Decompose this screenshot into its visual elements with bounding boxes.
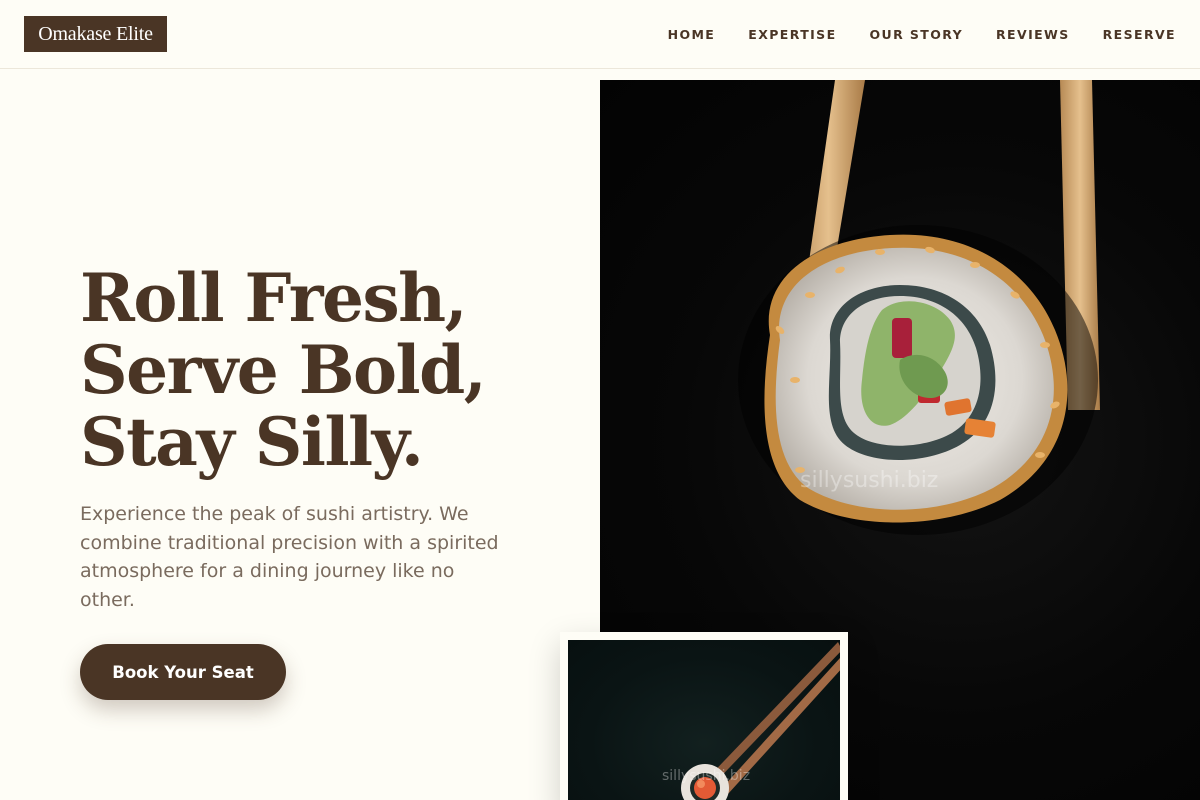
hero-title-line-1: Roll Fresh, — [80, 259, 468, 337]
page: Omakase Elite HOME EXPERTISE OUR STORY R… — [0, 0, 1200, 800]
site-header: Omakase Elite HOME EXPERTISE OUR STORY R… — [0, 0, 1200, 69]
hero-title-line-3: Stay Silly. — [80, 403, 424, 481]
nav-home[interactable]: HOME — [668, 27, 716, 42]
nav-reviews[interactable]: REVIEWS — [996, 27, 1070, 42]
nav-expertise[interactable]: EXPERTISE — [748, 27, 836, 42]
hero-subtitle: Experience the peak of sushi artistry. W… — [80, 503, 499, 611]
inset-photo-frame: sillysushi.biz — [560, 632, 848, 800]
logo[interactable]: Omakase Elite — [24, 16, 167, 52]
main-nav: HOME EXPERTISE OUR STORY REVIEWS RESERVE — [668, 0, 1176, 68]
nav-reserve[interactable]: RESERVE — [1103, 27, 1176, 42]
hero-title-line-2: Serve Bold, — [80, 331, 487, 409]
hero-title: Roll Fresh, Serve Bold, Stay Silly. — [80, 262, 540, 478]
inset-sushi-photo: sillysushi.biz — [568, 640, 840, 800]
book-seat-button[interactable]: Book Your Seat — [80, 644, 286, 700]
nav-our-story[interactable]: OUR STORY — [870, 27, 964, 42]
salmon-sushi-illustration — [681, 642, 840, 800]
